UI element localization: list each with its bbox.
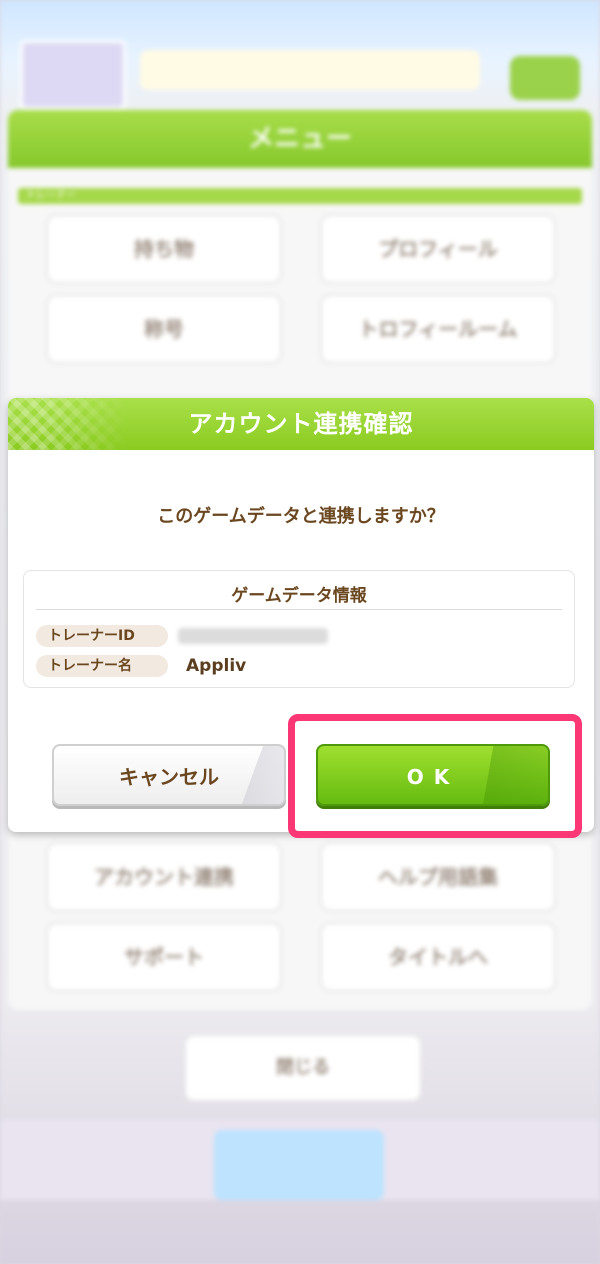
menu-tile-trophy-room: トロフィールーム [320,294,556,364]
avatar [20,40,126,110]
dialog-title: アカウント連携確認 [188,410,414,438]
ok-button-highlight [288,714,582,838]
menu-tile-items: 持ち物 [46,214,282,284]
menu-tile-to-title: タイトルへ [320,922,556,992]
menu-tile-titles: 称号 [46,294,282,364]
menu-tile-support: サポート [46,922,282,992]
trainer-id-label: トレーナーID [36,625,168,647]
confirm-question: このゲームデータと連携しますか？ [157,506,445,527]
dialog-header: アカウント連携確認 [8,398,594,450]
top-status-bar [20,30,580,110]
trainer-name-value: Appliv [186,656,247,676]
menu-title: メニュー [8,110,592,168]
trainer-name-label: トレーナー名 [36,655,168,677]
bottom-nav [0,1120,600,1200]
menu-close-button: 閉じる [184,1034,422,1102]
cancel-button-label: キャンセル [119,765,219,789]
currency-bar [140,50,480,90]
menu-tile-help: ヘルプ用語集 [320,842,556,912]
section-label: トレーナー [18,188,582,204]
cancel-button[interactable]: キャンセル [52,744,286,806]
shop-button [510,56,580,100]
menu-tile-profile: プロフィール [320,214,556,284]
game-data-info-box: ゲームデータ情報 トレーナーID トレーナー名 Appliv [23,570,575,688]
info-box-title: ゲームデータ情報 [231,586,367,606]
home-nav-icon [214,1130,384,1200]
trainer-id-value-redacted [178,628,328,644]
menu-tile-account-link: アカウント連携 [46,842,282,912]
divider [36,609,562,610]
button-shine [234,746,284,804]
